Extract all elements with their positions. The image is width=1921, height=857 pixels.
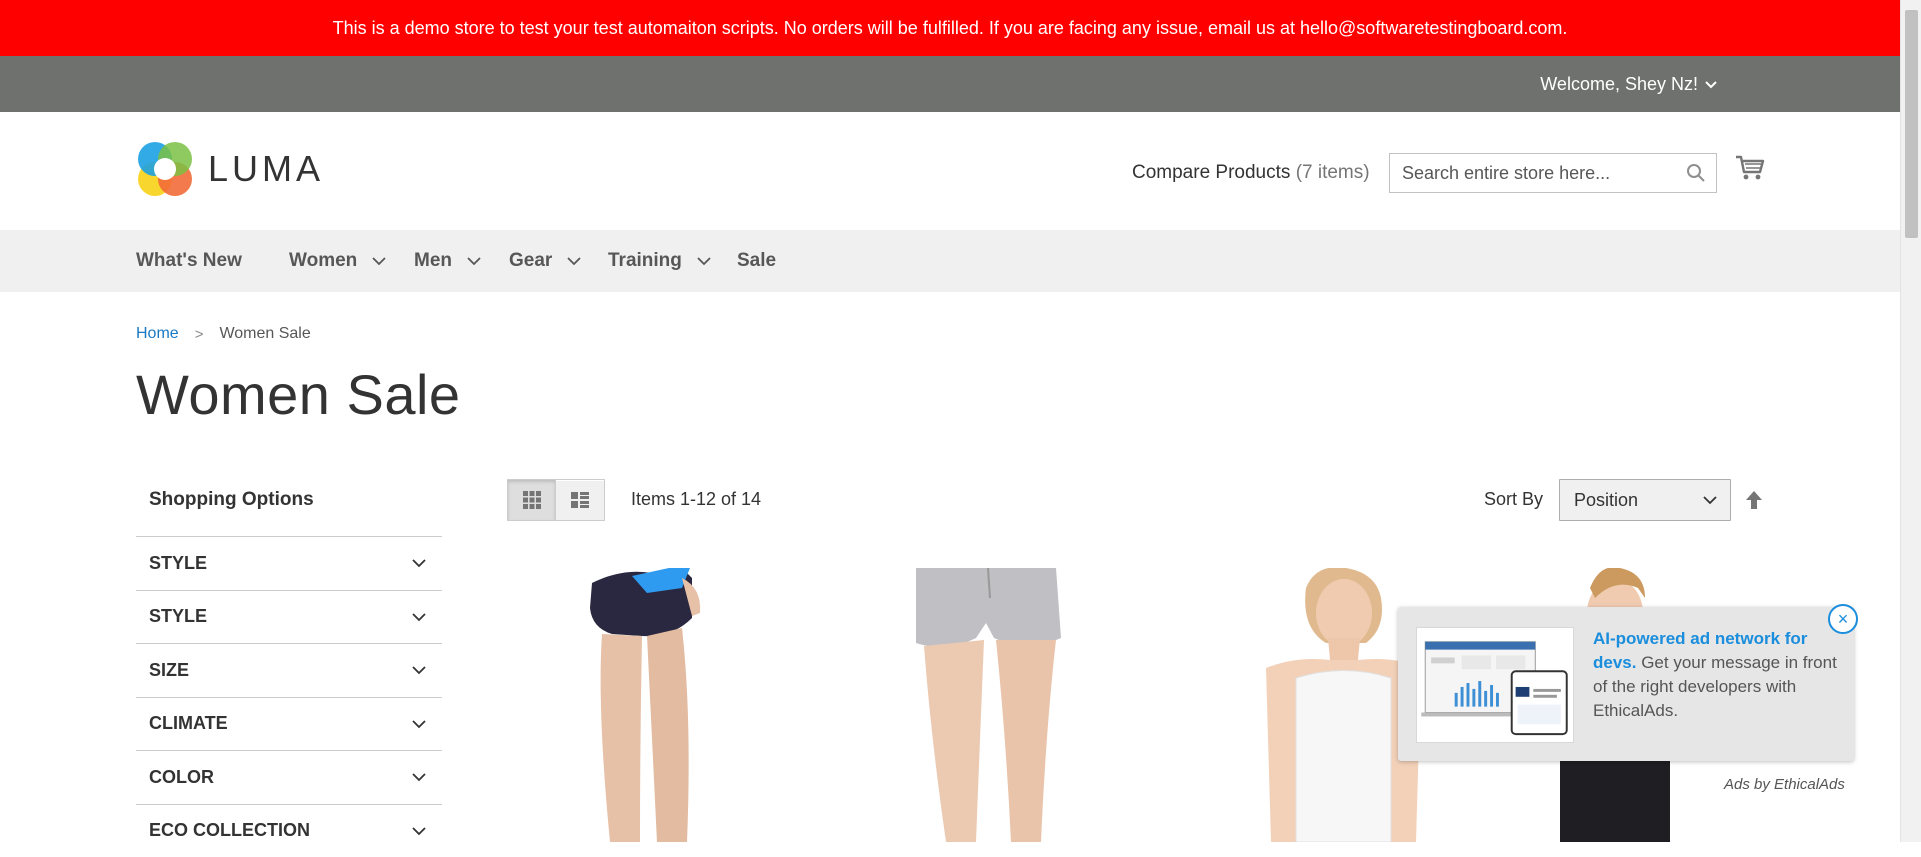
nav-item-label: Women bbox=[289, 250, 357, 272]
toolbar-amount: Items 1-12 of 14 bbox=[631, 489, 761, 510]
compare-label: Compare Products bbox=[1132, 162, 1290, 183]
filter-label: ECO COLLECTION bbox=[149, 820, 310, 841]
filter-size[interactable]: SIZE bbox=[136, 643, 442, 697]
sort-by-select[interactable]: Position bbox=[1559, 479, 1731, 521]
product-image-2[interactable] bbox=[876, 568, 1166, 842]
nav-item-women[interactable]: Women bbox=[289, 230, 387, 292]
close-icon[interactable]: × bbox=[1828, 604, 1858, 634]
nav-item-label: Training bbox=[608, 250, 682, 272]
search-box bbox=[1389, 153, 1717, 193]
filter-style-2[interactable]: STYLE bbox=[136, 590, 442, 644]
chevron-down-icon bbox=[466, 253, 482, 269]
ethical-ad[interactable]: AI-powered ad network for devs. Get your… bbox=[1398, 607, 1854, 761]
customer-menu-toggle[interactable]: Welcome, Shey Nz! bbox=[1540, 56, 1718, 112]
chevron-down-icon bbox=[1704, 77, 1718, 91]
page-scrollbar[interactable] bbox=[1900, 0, 1921, 842]
filter-climate[interactable]: CLIMATE bbox=[136, 697, 442, 751]
chevron-down-icon bbox=[410, 822, 428, 840]
filter-label: STYLE bbox=[149, 553, 207, 574]
nav-item-training[interactable]: Training bbox=[608, 230, 712, 292]
nav-item-whats-new[interactable]: What's New bbox=[136, 230, 242, 292]
grid-icon bbox=[522, 490, 542, 510]
chevron-down-icon bbox=[696, 253, 712, 269]
nav-item-men[interactable]: Men bbox=[414, 230, 482, 292]
list-icon bbox=[570, 490, 590, 510]
demo-notice-text: This is a demo store to test your test a… bbox=[333, 18, 1568, 39]
breadcrumb: Home > Women Sale bbox=[136, 325, 311, 343]
search-input[interactable] bbox=[1390, 154, 1670, 192]
chevron-down-icon bbox=[410, 715, 428, 733]
chevron-down-icon bbox=[410, 608, 428, 626]
filter-list: STYLE STYLE SIZE CLIMATE COLOR ECO COLLE… bbox=[136, 536, 442, 857]
scrollbar-thumb[interactable] bbox=[1905, 10, 1918, 238]
nav-item-label: Sale bbox=[737, 250, 776, 272]
arrow-up-icon[interactable] bbox=[1744, 488, 1764, 512]
shopping-options-title: Shopping Options bbox=[149, 489, 314, 511]
nav-item-label: Gear bbox=[509, 250, 552, 272]
search-icon[interactable] bbox=[1686, 163, 1706, 183]
chevron-down-icon bbox=[410, 768, 428, 786]
filter-label: SIZE bbox=[149, 660, 189, 681]
cart-icon[interactable] bbox=[1734, 152, 1766, 184]
product-photo bbox=[876, 568, 1166, 842]
breadcrumb-current: Women Sale bbox=[219, 325, 310, 343]
filter-style[interactable]: STYLE bbox=[136, 536, 442, 590]
top-panel: Welcome, Shey Nz! bbox=[0, 56, 1900, 112]
breadcrumb-home-link[interactable]: Home bbox=[136, 325, 179, 343]
nav-item-sale[interactable]: Sale bbox=[737, 230, 776, 292]
chevron-down-icon bbox=[566, 253, 582, 269]
logo-mark-icon bbox=[136, 140, 194, 198]
logo-text: LUMA bbox=[208, 148, 324, 190]
sort-by-label: Sort By bbox=[1484, 489, 1543, 510]
list-view-button[interactable] bbox=[556, 479, 605, 521]
ad-image bbox=[1416, 627, 1574, 743]
filter-label: CLIMATE bbox=[149, 713, 228, 734]
main-navigation: What's New Women Men Gear Training Sale bbox=[0, 230, 1900, 292]
filter-label: STYLE bbox=[149, 606, 207, 627]
ad-text: AI-powered ad network for devs. Get your… bbox=[1593, 627, 1838, 723]
demo-notice-bar: This is a demo store to test your test a… bbox=[0, 0, 1900, 56]
filter-color[interactable]: COLOR bbox=[136, 750, 442, 804]
page-title: Women Sale bbox=[136, 362, 461, 427]
nav-item-label: What's New bbox=[136, 250, 242, 272]
filter-eco-collection[interactable]: ECO COLLECTION bbox=[136, 804, 442, 857]
chevron-down-icon bbox=[410, 661, 428, 679]
compare-products-link[interactable]: Compare Products (7 items) bbox=[1132, 162, 1370, 184]
nav-item-label: Men bbox=[414, 250, 452, 272]
grid-view-button[interactable] bbox=[507, 479, 556, 521]
chevron-down-icon bbox=[410, 554, 428, 572]
sort-by-value: Position bbox=[1574, 490, 1638, 511]
product-photo bbox=[532, 568, 822, 842]
view-mode-switcher bbox=[507, 479, 605, 521]
breadcrumb-separator: > bbox=[195, 326, 204, 343]
nav-item-gear[interactable]: Gear bbox=[509, 230, 582, 292]
luma-logo[interactable]: LUMA bbox=[136, 140, 324, 198]
chevron-down-icon bbox=[371, 253, 387, 269]
filter-label: COLOR bbox=[149, 767, 214, 788]
chevron-down-icon bbox=[1702, 492, 1718, 508]
ad-byline[interactable]: Ads by EthicalAds bbox=[1724, 776, 1845, 793]
welcome-text: Welcome, Shey Nz! bbox=[1540, 74, 1698, 95]
product-image-1[interactable] bbox=[532, 568, 822, 842]
compare-count: (7 items) bbox=[1296, 162, 1370, 183]
